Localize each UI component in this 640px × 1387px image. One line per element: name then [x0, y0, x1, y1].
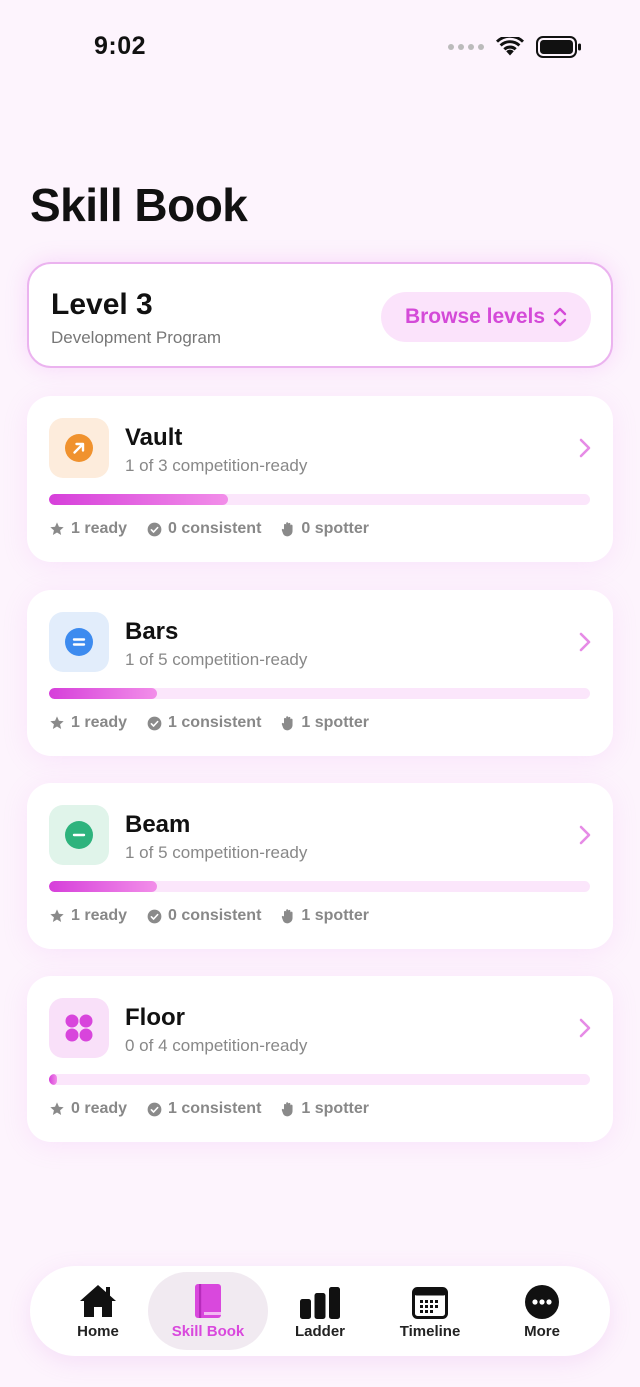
- tab-timeline[interactable]: Timeline: [370, 1272, 490, 1350]
- browse-levels-button[interactable]: Browse levels: [381, 292, 591, 342]
- hand-icon: [282, 716, 293, 731]
- four-dots-icon: [65, 1014, 93, 1042]
- star-icon: [50, 716, 64, 729]
- chevron-right-icon: [579, 1018, 591, 1038]
- stat-ready: 0 ready: [49, 1100, 127, 1118]
- browse-levels-label: Browse levels: [404, 305, 546, 328]
- chevron-up-down-icon: [553, 307, 567, 327]
- chevron-right-icon: [579, 825, 591, 845]
- level-subtitle: Development Program: [51, 328, 222, 347]
- calendar-icon: [412, 1287, 448, 1319]
- apparatus-subtitle: 0 of 4 competition-ready: [125, 1036, 308, 1055]
- progress-fill: [49, 881, 158, 892]
- apparatus-name: Vault: [125, 424, 183, 451]
- progress-bar: [49, 688, 590, 699]
- level-title: Level 3: [51, 288, 153, 321]
- page-title: Skill Book: [30, 179, 248, 231]
- apparatus-card-vault[interactable]: Vault 1 of 3 competition-ready 1 ready 0…: [27, 396, 613, 562]
- floor-icon-tile: [49, 998, 109, 1058]
- house-icon: [80, 1285, 116, 1317]
- apparatus-stats: 1 ready 0 consistent 1 spotter: [49, 907, 369, 925]
- signal-dots-icon: [448, 44, 484, 50]
- apparatus-name: Floor: [125, 1004, 185, 1031]
- level-card: Level 3 Development Program Browse level…: [27, 262, 613, 368]
- progress-bar: [49, 1074, 590, 1085]
- apparatus-name: Bars: [125, 618, 179, 645]
- progress-fill: [49, 688, 158, 699]
- hand-icon: [282, 909, 293, 924]
- book-icon: [195, 1284, 221, 1318]
- check-circle-icon: [147, 1102, 162, 1116]
- apparatus-stats: 1 ready 1 consistent 1 spotter: [49, 714, 369, 732]
- stat-consistent: 0 consistent: [147, 907, 261, 925]
- ellipsis-icon: [525, 1285, 559, 1319]
- tab-more[interactable]: More: [482, 1272, 602, 1350]
- apparatus-name: Beam: [125, 811, 191, 838]
- check-circle-icon: [147, 716, 162, 730]
- hand-icon: [282, 1102, 293, 1117]
- apparatus-subtitle: 1 of 5 competition-ready: [125, 650, 308, 669]
- stat-consistent: 1 consistent: [147, 714, 261, 732]
- apparatus-stats: 1 ready 0 consistent 0 spotter: [49, 520, 369, 538]
- arrow-up-right-icon: [65, 434, 93, 462]
- apparatus-card-floor[interactable]: Floor 0 of 4 competition-ready 0 ready 1…: [27, 976, 613, 1142]
- progress-fill: [49, 494, 228, 505]
- stat-consistent: 1 consistent: [147, 1100, 261, 1118]
- chevron-right-icon: [579, 438, 591, 458]
- progress-bar: [49, 881, 590, 892]
- apparatus-subtitle: 1 of 3 competition-ready: [125, 456, 308, 475]
- tab-ladder[interactable]: Ladder: [260, 1272, 380, 1350]
- check-circle-icon: [147, 909, 162, 923]
- progress-bar: [49, 494, 590, 505]
- apparatus-card-bars[interactable]: Bars 1 of 5 competition-ready 1 ready 1 …: [27, 590, 613, 756]
- star-icon: [50, 1102, 64, 1115]
- wifi-icon: [496, 37, 524, 56]
- stat-spotter: 1 spotter: [281, 907, 369, 925]
- apparatus-subtitle: 1 of 5 competition-ready: [125, 843, 308, 862]
- bars-icon: [300, 1287, 340, 1319]
- star-icon: [50, 909, 64, 922]
- apparatus-stats: 0 ready 1 consistent 1 spotter: [49, 1100, 369, 1118]
- stat-ready: 1 ready: [49, 520, 127, 538]
- apparatus-card-beam[interactable]: Beam 1 of 5 competition-ready 1 ready 0 …: [27, 783, 613, 949]
- tab-bar: Home Skill Book Ladder Timeline More: [30, 1266, 610, 1356]
- check-circle-icon: [147, 522, 162, 536]
- chevron-right-icon: [579, 632, 591, 652]
- equals-icon: [65, 628, 93, 656]
- bars-icon-tile: [49, 612, 109, 672]
- status-bar: 9:02: [0, 0, 640, 94]
- star-icon: [50, 522, 64, 535]
- stat-spotter: 0 spotter: [281, 520, 369, 538]
- stat-consistent: 0 consistent: [147, 520, 261, 538]
- minus-icon: [65, 821, 93, 849]
- tab-skill-book[interactable]: Skill Book: [148, 1272, 268, 1350]
- stat-spotter: 1 spotter: [281, 714, 369, 732]
- stat-spotter: 1 spotter: [281, 1100, 369, 1118]
- vault-icon-tile: [49, 418, 109, 478]
- stat-ready: 1 ready: [49, 907, 127, 925]
- stat-ready: 1 ready: [49, 714, 127, 732]
- status-time: 9:02: [94, 32, 147, 60]
- hand-icon: [282, 522, 293, 537]
- beam-icon-tile: [49, 805, 109, 865]
- tab-home[interactable]: Home: [38, 1272, 158, 1350]
- battery-icon: [536, 36, 581, 58]
- status-icons: [448, 36, 582, 58]
- progress-fill: [49, 1074, 58, 1085]
